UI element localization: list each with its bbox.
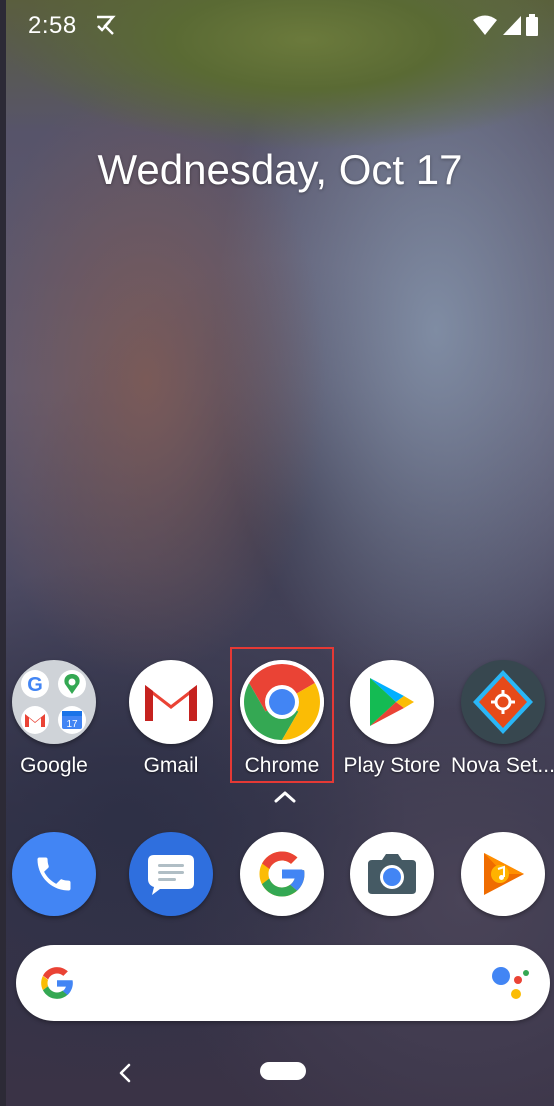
- app-label: Nova Set...: [451, 754, 554, 777]
- google-g-icon: [41, 967, 73, 999]
- date-widget[interactable]: Wednesday, Oct 17: [6, 146, 554, 194]
- google-assistant-icon[interactable]: [490, 962, 530, 1004]
- status-icons: [472, 14, 538, 36]
- notification-check-icon: [97, 15, 116, 35]
- chrome-highlight-box: [230, 647, 334, 783]
- app-gmail[interactable]: Gmail: [116, 660, 226, 778]
- back-icon[interactable]: [114, 1060, 136, 1086]
- gmail-icon: [129, 660, 213, 744]
- app-nova-settings[interactable]: Nova Set...: [448, 660, 554, 778]
- battery-icon: [526, 14, 538, 36]
- dock-google[interactable]: [227, 832, 337, 916]
- dock-play-music[interactable]: [448, 832, 554, 916]
- dock-messages[interactable]: [116, 832, 226, 916]
- google-icon: [240, 832, 324, 916]
- signal-icon: [503, 16, 521, 35]
- home-screen: 2:58 Wednesday, Oct 17 G 17 Google Gmail…: [6, 0, 554, 1106]
- svg-text:17: 17: [66, 719, 78, 730]
- app-drawer-chevron-icon[interactable]: [270, 786, 300, 806]
- messages-icon: [129, 832, 213, 916]
- app-label: Gmail: [143, 754, 199, 777]
- app-play-store[interactable]: Play Store: [337, 660, 447, 778]
- app-label: Google: [20, 754, 88, 777]
- google-search-bar[interactable]: [16, 945, 550, 1021]
- nova-settings-icon: [461, 660, 545, 744]
- dock-camera[interactable]: [337, 832, 447, 916]
- home-pill-button[interactable]: [260, 1062, 306, 1080]
- phone-icon: [12, 832, 96, 916]
- status-bar: 2:58: [6, 0, 554, 50]
- camera-icon: [350, 832, 434, 916]
- wifi-icon: [473, 15, 497, 35]
- status-time: 2:58: [28, 12, 77, 39]
- app-google-folder[interactable]: G 17 Google: [6, 660, 109, 778]
- dock-phone[interactable]: [6, 832, 109, 916]
- play-store-icon: [350, 660, 434, 744]
- app-label: Play Store: [343, 754, 441, 777]
- google-folder-icon: G 17: [12, 660, 96, 744]
- play-music-icon: [461, 832, 545, 916]
- svg-text:G: G: [27, 674, 43, 696]
